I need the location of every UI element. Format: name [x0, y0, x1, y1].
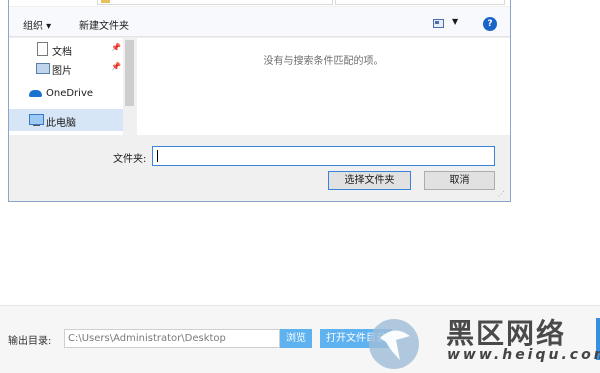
document-icon [37, 42, 48, 56]
address-folder-icon [101, 0, 110, 3]
output-path-input[interactable]: C:\Users\Administrator\Desktop [64, 329, 280, 348]
output-dir-label: 输出目录: [8, 336, 52, 347]
select-folder-button[interactable]: 选择文件夹 [328, 171, 411, 190]
view-options-icon[interactable] [433, 19, 444, 28]
nav-item-onedrive[interactable]: OneDrive [9, 83, 123, 105]
text-cursor [157, 150, 158, 162]
empty-message: 没有与搜索条件匹配的项。 [263, 56, 384, 67]
watermark-logo-icon [369, 319, 419, 369]
nav-item-label: 文档 [52, 47, 72, 58]
folder-picker-dialog: 组织 ▾ 新建文件夹 ▼ ? 文档 📌 图片 📌 OneDrive 此电脑 没有… [8, 0, 511, 202]
search-box[interactable] [335, 0, 505, 5]
folder-name-input[interactable] [152, 146, 495, 166]
nav-item-label: 此电脑 [46, 118, 76, 129]
cancel-button[interactable]: 取消 [424, 171, 495, 190]
nav-item-this-pc[interactable]: 此电脑 [9, 109, 123, 131]
pictures-icon [36, 63, 50, 74]
onedrive-cloud-icon [29, 90, 42, 97]
nav-item-label: OneDrive [46, 88, 94, 99]
nav-item-label: 图片 [52, 66, 72, 77]
dialog-toolbar: 组织 ▾ 新建文件夹 ▼ ? [9, 7, 510, 37]
nav-item-pictures[interactable]: 图片 📌 [9, 57, 123, 79]
navigation-pane: 文档 📌 图片 📌 OneDrive 此电脑 [9, 38, 136, 135]
organize-menu[interactable]: 组织 ▾ [23, 17, 51, 32]
nav-scrollbar-thumb[interactable] [125, 40, 134, 106]
watermark-url: www.heiqu.com [447, 347, 600, 363]
help-icon[interactable]: ? [483, 17, 497, 31]
new-folder-button[interactable]: 新建文件夹 [79, 17, 129, 32]
address-bar[interactable] [97, 0, 333, 5]
browse-button[interactable]: 浏览 [280, 329, 312, 348]
watermark-title: 黑区网络 [446, 317, 567, 350]
this-pc-icon [29, 114, 44, 126]
pin-icon: 📌 [111, 62, 121, 71]
pin-icon: 📌 [111, 43, 121, 52]
folder-field-label: 文件夹: [113, 154, 147, 165]
resize-grip-icon[interactable]: ⋰ [498, 190, 506, 198]
view-options-caret-icon[interactable]: ▼ [452, 17, 458, 26]
